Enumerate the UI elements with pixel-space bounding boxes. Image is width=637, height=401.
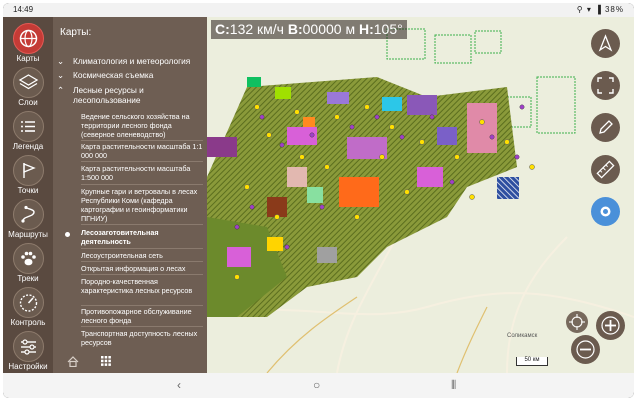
rail-label-layers: Слои bbox=[18, 98, 38, 107]
place-label: Соликамск bbox=[507, 333, 538, 339]
category-label: Климатология и метеорология bbox=[73, 56, 191, 66]
rail-item-tracks[interactable]: Треки bbox=[3, 241, 53, 285]
divider bbox=[81, 161, 203, 162]
crosshair-icon bbox=[569, 314, 585, 330]
map-item-forest-network[interactable]: Лесоустроительная сеть bbox=[81, 251, 203, 260]
fullscreen-icon bbox=[597, 77, 614, 94]
system-nav-bar: ‹ ○ ⦀ bbox=[3, 373, 634, 398]
rail-item-legend[interactable]: Легенда bbox=[3, 109, 53, 153]
divider bbox=[81, 274, 203, 275]
gps-target-button[interactable] bbox=[566, 311, 588, 333]
rail-label-points: Точки bbox=[17, 186, 39, 195]
draw-button[interactable] bbox=[591, 113, 620, 142]
map-item-open-info[interactable]: Открытая информация о лесах bbox=[81, 264, 203, 273]
panel-title: Карты: bbox=[60, 27, 92, 38]
chevron-up-icon: ⌃ bbox=[57, 85, 64, 95]
rail-label-control: Контроль bbox=[10, 318, 46, 327]
map-item-vegetation-500k[interactable]: Карта растительности масштаба 1:500 000 bbox=[81, 164, 203, 182]
flag-icon bbox=[13, 155, 44, 186]
home-circle-icon[interactable]: ○ bbox=[313, 378, 320, 392]
list-icon bbox=[13, 111, 44, 142]
maps-panel: Карты: ⌄ Климатология и метеорология ⌄ К… bbox=[53, 17, 207, 373]
divider bbox=[81, 140, 203, 141]
divider bbox=[81, 224, 203, 225]
chevron-down-icon: ⌄ bbox=[57, 70, 64, 80]
fullscreen-button[interactable] bbox=[591, 71, 620, 100]
paw-icon bbox=[13, 243, 44, 274]
hud-c-label: C: bbox=[215, 21, 230, 37]
category-label: Лесные ресурсы и лесопользование bbox=[73, 85, 144, 105]
category-climatology[interactable]: ⌄ Климатология и метеорология bbox=[57, 56, 190, 66]
navigation-arrow-icon bbox=[598, 34, 613, 52]
map-item-fire-service[interactable]: Противопожарное обслуживание лесного фон… bbox=[81, 307, 203, 325]
sliders-icon bbox=[13, 331, 44, 362]
recents-icon[interactable]: ⦀ bbox=[451, 378, 456, 393]
divider bbox=[81, 326, 203, 327]
grid-icon[interactable] bbox=[101, 356, 111, 366]
my-location-button[interactable] bbox=[591, 197, 620, 226]
rail-label-legend: Легенда bbox=[12, 142, 44, 151]
chevron-down-icon: ⌄ bbox=[57, 56, 64, 66]
device-frame: 14:49 ⚲ ▾ ▐ 38% Карты Слои Легенда Точки… bbox=[3, 3, 634, 398]
zoom-in-button[interactable] bbox=[596, 311, 625, 340]
category-space-imagery[interactable]: ⌄ Космическая съемка bbox=[57, 70, 153, 80]
compass-button[interactable] bbox=[591, 29, 620, 58]
location-dot-icon bbox=[600, 206, 611, 217]
rail-item-points[interactable]: Точки bbox=[3, 153, 53, 197]
panel-footer bbox=[53, 349, 207, 373]
gauge-icon bbox=[13, 287, 44, 318]
hud-heading: 105° bbox=[373, 21, 403, 37]
hud-h-label: H: bbox=[358, 21, 374, 37]
battery-level: 38% bbox=[604, 5, 624, 14]
hud-speed: 132 км/ч bbox=[229, 21, 284, 37]
route-icon bbox=[13, 199, 44, 230]
minus-icon bbox=[576, 340, 595, 359]
rail-item-settings[interactable]: Настройки bbox=[3, 329, 53, 373]
rail-item-routes[interactable]: Маршруты bbox=[3, 197, 53, 241]
globe-icon bbox=[13, 23, 44, 54]
speed-hud: C:132 км/ч B:00000 м H:105° bbox=[211, 20, 407, 39]
layers-icon bbox=[13, 67, 44, 98]
pencil-icon bbox=[599, 120, 613, 134]
divider bbox=[81, 184, 203, 185]
ruler-icon bbox=[596, 160, 615, 179]
status-time: 14:49 bbox=[13, 5, 34, 14]
rail-label-maps: Карты bbox=[16, 54, 40, 63]
divider bbox=[81, 305, 203, 306]
rail-item-layers[interactable]: Слои bbox=[3, 65, 53, 109]
map-item-species-quality[interactable]: Породно-качественная характеристика лесн… bbox=[81, 277, 203, 295]
back-icon[interactable]: ‹ bbox=[177, 378, 181, 392]
divider bbox=[81, 261, 203, 262]
category-forest-resources[interactable]: ⌃ Лесные ресурсы и лесопользование bbox=[57, 85, 144, 105]
ruler-button[interactable] bbox=[591, 155, 620, 184]
map-item-logging[interactable]: Лесозаготовительная деятельность bbox=[81, 228, 203, 246]
home-icon[interactable] bbox=[67, 356, 79, 367]
hud-elevation: 00000 м bbox=[302, 21, 356, 37]
app-screen: Карты Слои Легенда Точки Маршруты Треки … bbox=[3, 17, 634, 373]
rail-label-tracks: Треки bbox=[17, 274, 39, 283]
divider bbox=[81, 248, 203, 249]
status-bar: 14:49 ⚲ ▾ ▐ 38% bbox=[3, 3, 634, 17]
rail-item-control[interactable]: Контроль bbox=[3, 285, 53, 329]
map-view[interactable]: Соликамск C:132 км/ч B:00000 м H:105° 50… bbox=[207, 17, 634, 373]
rail-label-routes: Маршруты bbox=[8, 230, 48, 239]
map-item-reindeer[interactable]: Ведение сельского хозяйства на территори… bbox=[81, 112, 203, 139]
hud-b-label: B: bbox=[287, 21, 303, 37]
zoom-out-button[interactable] bbox=[571, 335, 600, 364]
plus-icon bbox=[601, 316, 620, 335]
map-item-transport-access[interactable]: Транспортная доступность лесных ресурсов bbox=[81, 329, 203, 347]
map-scale-bar: 50 км bbox=[516, 357, 548, 366]
category-label: Космическая съемка bbox=[73, 70, 154, 80]
left-rail: Карты Слои Легенда Точки Маршруты Треки … bbox=[3, 17, 53, 373]
rail-item-maps[interactable]: Карты bbox=[3, 21, 53, 65]
map-item-burns-windfalls[interactable]: Крупные гари и ветровалы в лесах Республ… bbox=[81, 187, 203, 223]
rail-label-settings: Настройки bbox=[8, 362, 48, 371]
selected-radio-icon bbox=[65, 232, 70, 237]
map-item-vegetation-1m[interactable]: Карта растительности масштаба 1:1 000 00… bbox=[81, 142, 203, 160]
status-indicators: ⚲ ▾ ▐ 38% bbox=[576, 5, 624, 14]
